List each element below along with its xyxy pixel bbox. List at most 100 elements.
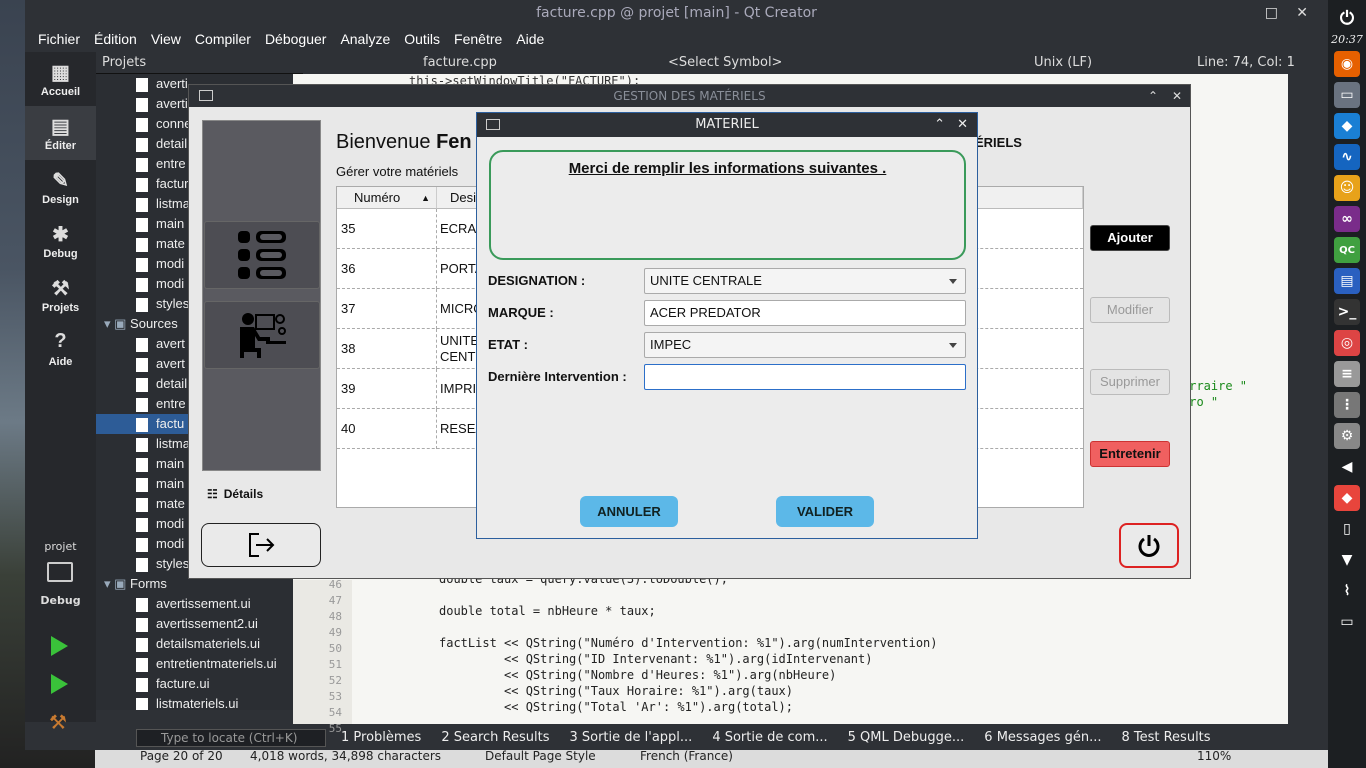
details-link[interactable]: ☷ Détails <box>207 487 263 501</box>
monitor-app-icon[interactable]: ∿ <box>1334 144 1360 170</box>
line-ending-select[interactable]: Unix (LF) <box>1034 52 1092 74</box>
power-button[interactable] <box>1119 523 1179 568</box>
mode-design[interactable]: ✎ Design <box>25 160 96 214</box>
file-icon <box>136 217 148 232</box>
monitor-icon[interactable] <box>47 562 73 582</box>
menu-item[interactable]: Analyze <box>333 26 397 52</box>
tree-item-label: listma <box>156 436 190 451</box>
tree-item[interactable]: detailsmateriels.ui <box>96 634 303 654</box>
chevron-down-icon <box>949 343 957 348</box>
logout-button[interactable] <box>201 523 321 567</box>
list-icon <box>238 231 286 279</box>
writer-icon[interactable]: ▤ <box>1334 268 1360 294</box>
tree-item-label: avert <box>156 356 185 371</box>
close-icon[interactable]: ✕ <box>1296 0 1308 26</box>
mode-help[interactable]: ? Aide <box>25 322 96 376</box>
menu-item[interactable]: Déboguer <box>258 26 334 52</box>
output-tab[interactable]: 1 Problèmes <box>341 726 421 750</box>
menu-item[interactable]: Aide <box>509 26 551 52</box>
designation-label: DESIGNATION : <box>488 273 586 288</box>
run-icon[interactable] <box>51 636 68 656</box>
line-number: 51 <box>328 658 342 671</box>
chevron-up-icon[interactable]: ⌃ <box>1148 85 1158 107</box>
editor-toolbar: facture.cpp <Select Symbol> Unix (LF) Li… <box>303 52 1328 74</box>
etat-select[interactable]: IMPEC <box>644 332 966 358</box>
mode-edit[interactable]: ▤ Éditer <box>25 106 96 160</box>
intervention-input[interactable] <box>644 364 966 390</box>
close-icon[interactable]: ✕ <box>957 113 968 137</box>
settings-icon[interactable]: ⚙ <box>1334 423 1360 449</box>
output-tab[interactable]: 3 Sortie de l'appl... <box>569 726 692 750</box>
technician-button[interactable] <box>204 301 320 369</box>
tree-item-label: listma <box>156 196 190 211</box>
tree-item[interactable]: avertissement2.ui <box>96 614 303 634</box>
tree-item[interactable]: listmateriels.ui <box>96 694 303 710</box>
delete-button[interactable]: Supprimer <box>1090 369 1170 395</box>
mode-welcome[interactable]: ▦ Accueil <box>25 52 96 106</box>
terminal-icon[interactable]: >_ <box>1334 299 1360 325</box>
output-tab[interactable]: 8 Test Results <box>1121 726 1210 750</box>
designation-select[interactable]: UNITE CENTRALE <box>644 268 966 294</box>
mode-debug[interactable]: ✱ Debug <box>25 214 96 268</box>
loop-icon[interactable]: ∞ <box>1334 206 1360 232</box>
wifi-icon[interactable]: ▼ <box>1334 547 1360 573</box>
output-tab[interactable]: 4 Sortie de com... <box>712 726 827 750</box>
file-icon <box>136 277 148 292</box>
file-icon <box>136 637 148 652</box>
code-fragment: orraire " <box>1182 379 1248 393</box>
menu-item[interactable]: Fichier <box>31 26 87 52</box>
git-icon[interactable]: ◆ <box>1334 485 1360 511</box>
maintain-button[interactable]: Entretenir <box>1090 441 1170 467</box>
cancel-button[interactable]: ANNULER <box>580 496 678 527</box>
output-tab[interactable]: 6 Messages gén... <box>984 726 1101 750</box>
files-icon[interactable]: ▭ <box>1334 82 1360 108</box>
build-hammer-icon[interactable]: ⚒ <box>49 710 67 734</box>
manage-subtitle: Gérer votre matériels <box>336 164 459 179</box>
attachment-icon[interactable]: ⌇ <box>1334 578 1360 604</box>
network-icon[interactable]: ⋮ <box>1334 392 1360 418</box>
output-tab[interactable]: 5 QML Debugge... <box>848 726 965 750</box>
add-button[interactable]: Ajouter <box>1090 225 1170 251</box>
menu-item[interactable]: Fenêtre <box>447 26 509 52</box>
game-icon[interactable]: ☺ <box>1334 175 1360 201</box>
menu-bar: Fichier Édition View Compiler Déboguer Analyz… <box>25 26 1328 52</box>
mode-projects[interactable]: ⚒ Projets <box>25 268 96 322</box>
tree-item-label: mate <box>156 236 185 251</box>
validate-button[interactable]: VALIDER <box>776 496 874 527</box>
tree-item[interactable]: entretientmateriels.ui <box>96 654 303 674</box>
qt-icon[interactable]: QC <box>1334 237 1360 263</box>
firefox-icon[interactable]: ◉ <box>1334 51 1360 77</box>
clipboard-icon[interactable]: ▯ <box>1334 516 1360 542</box>
menu-item[interactable]: Compiler <box>188 26 258 52</box>
file-icon <box>136 197 148 212</box>
menu-item[interactable]: View <box>144 26 188 52</box>
edit-button[interactable]: Modifier <box>1090 297 1170 323</box>
logout-icon[interactable]: ⏻ <box>1334 5 1360 31</box>
volume-icon[interactable]: ◀ <box>1334 454 1360 480</box>
intervention-label: Dernière Intervention : <box>488 369 627 384</box>
output-tab[interactable]: 2 Search Results <box>441 726 549 750</box>
vscode-icon[interactable]: ◆ <box>1334 113 1360 139</box>
tree-item[interactable]: avertissement.ui <box>96 594 303 614</box>
database-icon[interactable]: ≡ <box>1334 361 1360 387</box>
maximize-icon[interactable]: □ <box>1265 0 1278 26</box>
debug-run-icon[interactable] <box>51 674 68 694</box>
locate-input[interactable]: Type to locate (Ctrl+K) <box>136 729 326 747</box>
chrome-icon[interactable]: ◎ <box>1334 330 1360 356</box>
symbol-select[interactable]: <Select Symbol> <box>668 52 782 74</box>
file-icon <box>136 657 148 672</box>
laptop-icon[interactable]: ▭ <box>1334 609 1360 635</box>
menu-item[interactable]: Outils <box>397 26 447 52</box>
projects-label: Projets <box>102 55 147 70</box>
cell-divider <box>436 289 437 329</box>
marque-input[interactable]: ACER PREDATOR <box>644 300 966 326</box>
chevron-up-icon[interactable]: ⌃ <box>934 113 945 137</box>
list-menu-button[interactable] <box>204 221 320 289</box>
menu-item[interactable]: Édition <box>87 26 144 52</box>
tree-item[interactable]: facture.ui <box>96 674 303 694</box>
column-header-number[interactable]: Numéro ▲ <box>337 187 437 209</box>
close-icon[interactable]: ✕ <box>1172 85 1182 107</box>
editor-tab[interactable]: facture.cpp <box>423 52 497 74</box>
row-number: 37 <box>341 301 356 316</box>
power-icon <box>1138 534 1160 557</box>
